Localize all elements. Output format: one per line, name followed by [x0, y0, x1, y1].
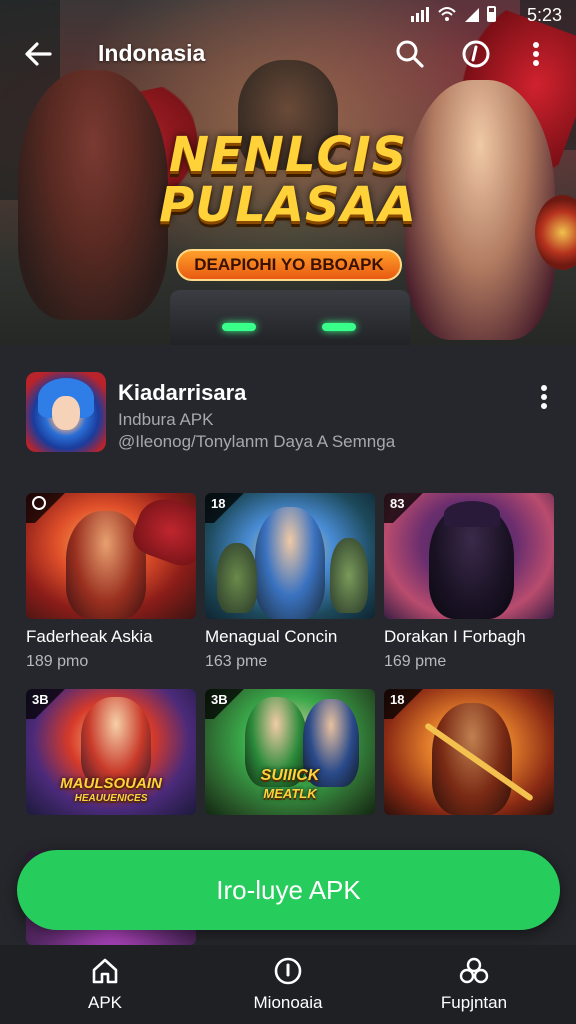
- game-meta: 163 pme: [205, 653, 268, 670]
- age-badge: 3B: [26, 689, 66, 719]
- nav-item-fupjntan[interactable]: Fupjntan: [404, 955, 544, 1013]
- battery-icon: [487, 6, 496, 22]
- app-avatar: [26, 372, 106, 452]
- age-badge: 3B: [205, 689, 245, 719]
- age-badge: 18: [384, 689, 424, 719]
- game-logo-title: NENLCIS PULASAA: [159, 127, 417, 233]
- thumbnail-art-text: SUIIICK: [260, 767, 320, 784]
- game-meta: 169 pme: [384, 653, 447, 670]
- nav-label: Mionoaia: [253, 993, 323, 1012]
- game-meta: 189 pmo: [26, 653, 89, 670]
- back-button[interactable]: [20, 36, 60, 72]
- game-card[interactable]: SUIIICK MEATLK 3B: [205, 689, 375, 815]
- nav-label: APK: [87, 993, 123, 1012]
- home-icon: [92, 958, 118, 984]
- install-apk-button[interactable]: Iro-luye APK: [17, 850, 560, 930]
- more-vertical-icon: [541, 385, 547, 409]
- thumbnail-art-text: HEAUUENICES: [74, 793, 148, 804]
- age-badge: 83: [384, 493, 424, 523]
- game-card[interactable]: 83 Dorakan I Forbagh 169 pme: [384, 493, 554, 671]
- game-thumbnail: SUIIICK MEATLK 3B: [205, 689, 375, 815]
- game-card[interactable]: 18 Menagual Concin 163 pme: [205, 493, 375, 671]
- game-thumbnail: [26, 493, 196, 619]
- hero-console: [170, 290, 410, 345]
- game-title: Dorakan I Forbagh: [384, 627, 526, 646]
- app-info-row[interactable]: Kiadarrisara Indbura APK @Ileonog/Tonyla…: [26, 372, 556, 454]
- age-badge: 18: [205, 493, 245, 523]
- thumbnail-art-text: MEATLK: [263, 786, 317, 801]
- game-card[interactable]: 18: [384, 689, 554, 815]
- game-title: Faderheak Askia: [26, 627, 153, 646]
- game-title: Menagual Concin: [205, 627, 338, 646]
- game-thumbnail: MAULSOUAIN HEAUUENICES 3B: [26, 689, 196, 815]
- app-bar: Indonasia: [0, 30, 576, 78]
- mobile-signal-icon: [465, 8, 479, 22]
- install-button-label: Iro-luye APK: [216, 874, 361, 905]
- page-title: Indonasia: [98, 40, 206, 66]
- game-thumbnail: 18: [205, 493, 375, 619]
- more-vertical-icon: [533, 42, 539, 66]
- app-developer: @Ileonog/Tonylanm Daya A Semnga: [118, 432, 396, 451]
- bottom-navigation: APK Mionoaia Fupjntan: [0, 945, 576, 1024]
- wifi-icon: [438, 7, 456, 21]
- search-button[interactable]: [392, 36, 428, 72]
- nav-item-mionoaia[interactable]: Mionoaia: [218, 955, 358, 1013]
- apps-cluster-icon: [459, 957, 489, 984]
- app-name: Kiadarrisara: [118, 380, 247, 405]
- nav-label: Fupjntan: [440, 993, 508, 1012]
- status-time: 5:23: [526, 5, 562, 25]
- info-circle-icon: [274, 957, 302, 985]
- game-logo-subtitle: DEAPIOHI YO BBOAPK: [176, 249, 402, 281]
- age-badge: [26, 493, 66, 523]
- more-options-button[interactable]: [530, 36, 566, 72]
- game-card[interactable]: Faderheak Askia 189 pmo: [26, 493, 196, 671]
- cellular-signal-icon: [411, 6, 429, 22]
- console-light: [222, 323, 256, 331]
- nav-item-apk[interactable]: APK: [35, 955, 175, 1013]
- app-more-button[interactable]: [532, 382, 556, 412]
- game-card[interactable]: MAULSOUAIN HEAUUENICES 3B: [26, 689, 196, 815]
- help-button[interactable]: [458, 36, 494, 72]
- game-thumbnail: 83: [384, 493, 554, 619]
- app-type: Indbura APK: [118, 410, 214, 429]
- help-circle-icon: [462, 40, 490, 68]
- status-bar: 5:23: [0, 0, 576, 30]
- search-icon: [396, 40, 424, 68]
- console-light: [322, 323, 356, 331]
- clock-icon: [32, 496, 46, 510]
- thumbnail-art-text: MAULSOUAIN: [60, 775, 162, 792]
- game-thumbnail: 18: [384, 689, 554, 815]
- arrow-left-icon: [25, 42, 52, 66]
